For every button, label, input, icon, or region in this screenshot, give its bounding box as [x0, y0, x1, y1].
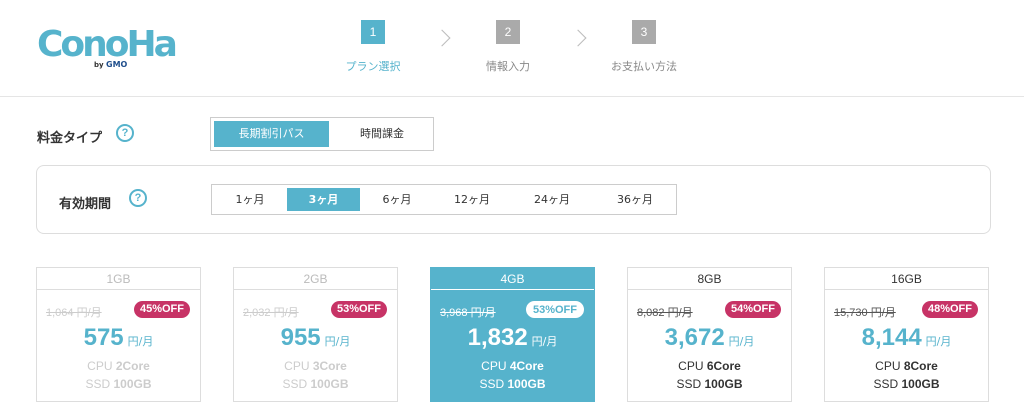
plan-type-option-hourly[interactable]: 時間課金 [332, 121, 432, 147]
ssd-spec: SSD 100GB [282, 377, 349, 391]
plan-card-8gb[interactable]: 8GB 8,082 円/月 54%OFF 3,672 円/月 CPU 6Core … [627, 267, 792, 402]
ssd-spec: SSD 100GB [85, 377, 152, 391]
plan-price: 8,144 円/月 [825, 324, 988, 352]
cpu-spec: CPU 8Core [875, 359, 938, 373]
step-label: お支払い方法 [611, 60, 677, 73]
price-unit: 円/月 [925, 335, 952, 348]
plan-price: 575 円/月 [37, 324, 200, 352]
plan-price: 1,832 円/月 [431, 324, 594, 352]
step-info-input: 2 情報入力 [453, 20, 563, 74]
price-value: 3,672 [664, 324, 725, 351]
price-unit: 円/月 [324, 335, 351, 348]
original-price: 15,730 円/月 [834, 307, 896, 319]
price-unit: 円/月 [127, 335, 154, 348]
period-selector: 1ヶ月 3ヶ月 6ヶ月 12ヶ月 24ヶ月 36ヶ月 [211, 184, 677, 215]
ssd-spec: SSD 100GB [676, 377, 743, 391]
plan-card-4gb[interactable]: 4GB 3,968 円/月 53%OFF 1,832 円/月 CPU 4Core … [430, 267, 595, 402]
header: ConoHa by GMO 1 プラン選択 2 情報入力 3 お支払い方法 [0, 0, 1024, 97]
plan-name: 2GB [234, 268, 397, 290]
step-label: 情報入力 [486, 60, 530, 73]
cpu-spec: CPU 2Core [87, 359, 150, 373]
discount-badge: 54%OFF [724, 301, 781, 318]
price-value: 8,144 [861, 324, 922, 351]
period-option-24m[interactable]: 24ヶ月 [517, 188, 587, 211]
chevron-right-icon [433, 29, 451, 47]
discount-badge: 53%OFF [525, 301, 584, 318]
plan-name: 8GB [628, 268, 791, 290]
plan-type-toggle: 長期割引パス 時間課金 [210, 117, 434, 151]
cpu-spec: CPU 4Core [481, 359, 544, 373]
period-label: 有効期間 [59, 197, 112, 212]
period-option-6m[interactable]: 6ヶ月 [362, 188, 432, 211]
ssd-spec: SSD 100GB [873, 377, 940, 391]
price-value: 955 [280, 324, 321, 351]
ssd-spec: SSD 100GB [479, 377, 546, 391]
step-number: 1 [361, 20, 385, 44]
plan-card-1gb[interactable]: 1GB 1,064 円/月 45%OFF 575 円/月 CPU 2Core SS… [36, 267, 201, 402]
step-number: 3 [632, 20, 656, 44]
original-price: 8,082 円/月 [637, 307, 693, 319]
period-help-icon[interactable]: ? [129, 189, 147, 207]
step-plan-select: 1 プラン選択 [318, 20, 428, 74]
original-price: 3,968 円/月 [440, 307, 496, 319]
price-value: 1,832 [467, 324, 528, 351]
plan-price: 955 円/月 [234, 324, 397, 352]
original-price: 2,032 円/月 [243, 307, 299, 319]
cpu-spec: CPU 3Core [284, 359, 347, 373]
period-option-36m[interactable]: 36ヶ月 [600, 188, 670, 211]
progress-steps: 1 プラン選択 2 情報入力 3 お支払い方法 [0, 20, 1024, 80]
chevron-right-icon [569, 29, 587, 47]
period-option-1m[interactable]: 1ヶ月 [215, 188, 285, 211]
plan-price: 3,672 円/月 [628, 324, 791, 352]
step-label: プラン選択 [345, 60, 401, 73]
plan-type-label: 料金タイプ [37, 131, 103, 146]
plan-card-2gb[interactable]: 2GB 2,032 円/月 53%OFF 955 円/月 CPU 3Core SS… [233, 267, 398, 402]
discount-badge: 48%OFF [921, 301, 978, 318]
discount-badge: 53%OFF [330, 301, 387, 318]
price-unit: 円/月 [531, 335, 558, 348]
period-option-3m[interactable]: 3ヶ月 [287, 188, 360, 211]
plan-type-option-long-term[interactable]: 長期割引パス [214, 121, 329, 147]
step-payment: 3 お支払い方法 [589, 20, 699, 74]
step-number: 2 [496, 20, 520, 44]
discount-badge: 45%OFF [133, 301, 190, 318]
cpu-spec: CPU 6Core [678, 359, 741, 373]
original-price: 1,064 円/月 [46, 307, 102, 319]
price-unit: 円/月 [728, 335, 755, 348]
plan-name: 16GB [825, 268, 988, 290]
plan-name: 1GB [37, 268, 200, 290]
plan-card-16gb[interactable]: 16GB 15,730 円/月 48%OFF 8,144 円/月 CPU 8Cor… [824, 267, 989, 402]
price-value: 575 [83, 324, 124, 351]
period-option-12m[interactable]: 12ヶ月 [437, 188, 507, 211]
plan-type-help-icon[interactable]: ? [116, 124, 134, 142]
plan-name: 4GB [431, 268, 594, 290]
